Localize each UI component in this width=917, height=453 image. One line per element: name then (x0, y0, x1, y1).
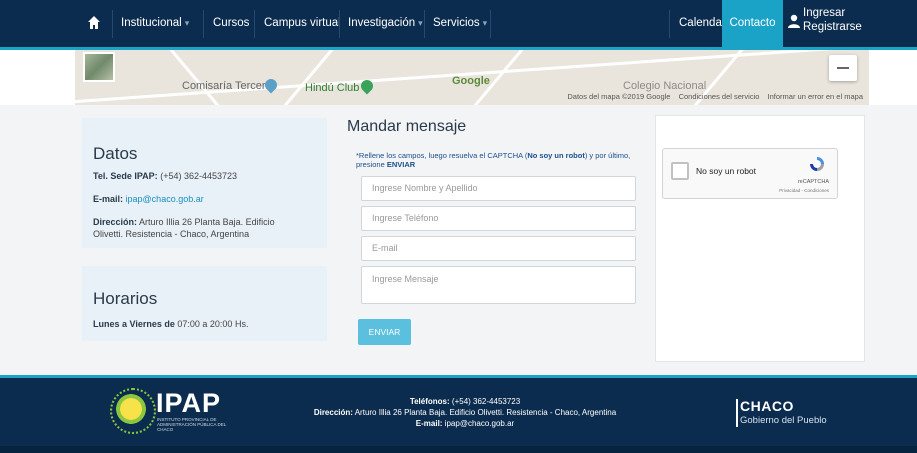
chevron-down-icon: ▾ (184, 18, 190, 28)
nav-label: Institucional (121, 17, 182, 29)
map-data-credit: Datos del mapa ©2019 Google (567, 92, 671, 101)
chaco-logo-bar (736, 399, 738, 427)
address-label: Dirección: (93, 217, 138, 227)
datos-address: Dirección: Arturo Illia 26 Planta Baja. … (93, 216, 275, 240)
map-satellite-thumbnail[interactable] (83, 52, 115, 82)
nav-label: Servicios (433, 17, 480, 29)
send-button[interactable]: ENVIAR (358, 319, 411, 345)
days-label: Lunes a Viernes de (93, 319, 175, 329)
nav-item-contacto[interactable]: Contacto (722, 0, 783, 47)
nav-divider (490, 10, 491, 38)
name-input[interactable]: Ingrese Nombre y Apellido (361, 176, 636, 201)
login-links: Ingresar Registrarse (803, 6, 862, 34)
nav-label: Campus virtual (264, 17, 341, 29)
phone-label: Tel. Sede IPAP: (93, 171, 158, 181)
footer-label: E-mail: (415, 419, 443, 428)
chaco-tagline: Gobierno del Pueblo (740, 415, 827, 426)
nav-divider (669, 10, 670, 38)
footer-value[interactable]: ipap@chaco.gob.ar (445, 419, 515, 428)
footer-address: Dirección: Arturo Illia 26 Planta Baja. … (300, 407, 630, 418)
embedded-map[interactable]: Comisaría Tercera Hindú Club Google Cole… (75, 50, 869, 105)
address-line: Olivetti. Resistencia - Chaco, Argentina (93, 229, 250, 239)
map-attribution: Datos del mapa ©2019 Google Condiciones … (561, 92, 863, 101)
user-icon (788, 14, 800, 28)
note-bold: ENVIAR (386, 160, 416, 169)
footer-email: E-mail: ipap@chaco.gob.ar (300, 418, 630, 429)
message-textarea[interactable]: Ingrese Mensaje (361, 266, 636, 304)
recaptcha-widget: No soy un robot reCAPTCHA Privacidad - C… (662, 148, 838, 199)
datos-phone: Tel. Sede IPAP: (+54) 362-4453723 (93, 170, 237, 182)
map-zoom-out-button[interactable] (829, 55, 857, 81)
note-bold: No soy un robot (527, 151, 585, 160)
ipap-wordmark: IPAP (156, 388, 222, 418)
form-title: Mandar mensaje (347, 118, 467, 135)
chevron-down-icon: ▾ (418, 18, 423, 28)
chaco-logo[interactable]: CHACO Gobierno del Pueblo (740, 398, 827, 426)
recaptcha-terms[interactable]: Privacidad - Condiciones (779, 188, 829, 193)
footer-value: Arturo Illia 26 Planta Baja. Edificio Ol… (354, 408, 617, 417)
google-logo: Google (452, 75, 490, 87)
footer-contact-info: Teléfonos: (+54) 362-4453723 Dirección: … (300, 396, 630, 429)
note-text: *Rellene los campos, luego resuelva el C… (356, 151, 528, 160)
nav-item-cursos[interactable]: Cursos (213, 0, 249, 47)
nav-item-campus-virtual[interactable]: Campus virtual (264, 0, 341, 47)
footer-label: Dirección: (313, 408, 353, 417)
top-navbar: Institucional ▾ Cursos Campus virtual Inv… (0, 0, 917, 50)
form-instructions: *Rellene los campos, luego resuelva el C… (356, 151, 636, 169)
email-link[interactable]: ipap@chaco.gob.ar (126, 194, 204, 204)
email-input[interactable]: E-mail (361, 236, 636, 261)
phone-value: (+54) 362-4453723 (160, 171, 238, 181)
nav-label: Contacto (729, 17, 776, 29)
datos-title: Datos (93, 144, 138, 163)
map-terms-link[interactable]: Condiciones del servicio (679, 92, 760, 101)
footer-phones: Teléfonos: (+54) 362-4453723 (300, 396, 630, 407)
chevron-down-icon: ▾ (482, 18, 488, 28)
nav-divider (254, 10, 255, 38)
map-label-comisaria: Comisaría Tercera (182, 80, 272, 92)
captcha-checkbox[interactable] (671, 162, 689, 180)
nav-label: Cursos (213, 17, 250, 29)
horarios-hours: Lunes a Viernes de 07:00 a 20:00 Hs. (93, 318, 248, 330)
chaco-wordmark: CHACO (740, 398, 794, 414)
register-link[interactable]: Registrarse (803, 20, 862, 34)
address-line: Arturo Illia 26 Planta Baja. Edificio (139, 217, 275, 227)
nav-divider (203, 10, 204, 38)
footer-label: Teléfonos: (409, 397, 450, 406)
phone-input[interactable]: Ingrese Teléfono (361, 206, 636, 231)
captcha-label: No soy un robot (696, 166, 757, 176)
login-link[interactable]: Ingresar (803, 6, 862, 20)
datos-email: E-mail: ipap@chaco.gob.ar (93, 193, 204, 205)
map-report-link[interactable]: Informar un error en el mapa (768, 92, 863, 101)
nav-item-institucional[interactable]: Institucional ▾ (121, 0, 189, 47)
horarios-title: Horarios (93, 289, 158, 308)
nav-divider (339, 10, 340, 38)
nav-label: Investigación (348, 17, 416, 29)
nav-item-servicios[interactable]: Servicios ▾ (433, 0, 487, 47)
recaptcha-brand: reCAPTCHA (797, 179, 829, 185)
map-label-hindu-club: Hindú Club (305, 82, 360, 94)
nav-item-investigacion[interactable]: Investigación ▾ (348, 0, 423, 47)
ipap-subtitle: INSTITUTO PROVINCIAL DE ADMINISTRACIÓN P… (157, 417, 227, 432)
nav-divider (424, 10, 425, 38)
nav-divider (112, 10, 113, 38)
ipap-logo[interactable]: IPAP INSTITUTO PROVINCIAL DE ADMINISTRAC… (110, 388, 262, 434)
hours-value: 07:00 a 20:00 Hs. (177, 319, 249, 329)
footer-bottom-bar (0, 446, 917, 453)
map-label-colegio: Colegio Nacional (623, 80, 707, 92)
home-icon[interactable] (87, 15, 101, 30)
recaptcha-logo-icon (810, 157, 824, 171)
footer-value: (+54) 362-4453723 (451, 397, 521, 406)
sun-icon (110, 388, 156, 434)
email-label: E-mail: (93, 194, 124, 204)
